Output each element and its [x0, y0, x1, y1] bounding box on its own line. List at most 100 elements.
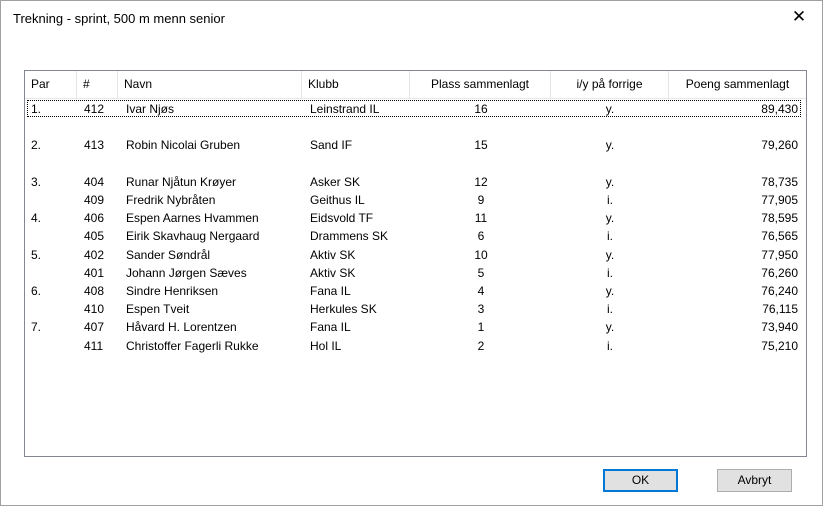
table-row[interactable]	[25, 118, 806, 136]
cell-klubb: Herkules SK	[310, 302, 377, 317]
cell-plass: 4	[477, 284, 485, 298]
cell-iy: i.	[607, 229, 613, 244]
cell-klubb: Leinstrand IL	[310, 102, 380, 116]
cell-klubb: Aktiv SK	[310, 265, 356, 280]
cell-navn: Runar Njåtun Krøyer	[126, 174, 237, 189]
cell-par: 6.	[31, 284, 42, 298]
table-row[interactable]: 7. 407 Håvard H. Lorentzen Fana IL 1 y. 73,940	[25, 318, 806, 336]
cell-num: 405	[84, 229, 105, 244]
table-row[interactable]: 6. 408 Sindre Henriksen Fana IL 4 y. 76,240	[25, 282, 806, 300]
cell-iy: y.	[605, 247, 615, 262]
cell-poeng: 76,115	[762, 302, 798, 317]
cell-klubb: Asker SK	[310, 174, 361, 189]
cell-poeng	[674, 118, 798, 136]
cell-poeng: 76,240	[761, 284, 798, 298]
cell-klubb: Hol IL	[310, 338, 342, 353]
cell-poeng: 77,905	[761, 193, 798, 207]
column-header-navn[interactable]: Navn	[118, 71, 302, 98]
cell-plass: 5	[477, 265, 485, 280]
cell-navn: Håvard H. Lorentzen	[126, 320, 237, 335]
cell-poeng: 78,595	[761, 211, 798, 226]
close-icon: ✕	[791, 7, 807, 26]
cell-navn: Ivar Njøs	[126, 102, 174, 116]
list-header: Par # Navn Klubb Plass sammenlagt i/y på…	[25, 71, 806, 99]
cell-num	[84, 118, 118, 136]
cell-plass: 12	[474, 174, 488, 189]
column-header-iy[interactable]: i/y på forrige	[551, 71, 669, 98]
cell-navn: Eirik Skavhaug Nergaard	[126, 229, 260, 244]
cell-num: 411	[84, 338, 104, 353]
cell-plass: 16	[474, 102, 488, 116]
table-row[interactable]: 411 Christoffer Fagerli Rukke Hol IL 2 i. 75,…	[25, 337, 806, 355]
cell-navn: Espen Tveit	[126, 302, 190, 317]
cell-iy: y.	[605, 211, 615, 226]
cell-plass: 2	[477, 338, 485, 353]
cell-iy: y.	[605, 320, 615, 335]
close-button[interactable]: ✕	[776, 1, 822, 33]
cell-poeng: 76,260	[761, 265, 798, 280]
cell-num: 412	[84, 102, 105, 116]
column-header-par[interactable]: Par	[25, 71, 77, 98]
table-row[interactable]: 2. 413 Robin Nicolai Gruben Sand IF 15 y. 79,2…	[25, 136, 806, 154]
cell-klubb: Eidsvold TF	[310, 211, 374, 226]
cell-klubb	[310, 118, 420, 136]
list-rows: 1. 412 Ivar Njøs Leinstrand IL 16 y. 89,430 2. 4…	[25, 100, 806, 456]
cell-par: 5.	[31, 247, 42, 262]
column-header-klubb[interactable]: Klubb	[302, 71, 410, 98]
table-row[interactable]: 409 Fredrik Nybråten Geithus IL 9 i. 77,905	[25, 191, 806, 209]
table-row[interactable]: 4. 406 Espen Aarnes Hvammen Eidsvold TF 11 y.…	[25, 209, 806, 227]
cell-poeng	[674, 155, 798, 173]
cell-navn	[126, 155, 306, 173]
cell-poeng: 73,940	[761, 320, 798, 335]
cell-par: 3.	[31, 174, 42, 189]
cell-plass: 11	[474, 211, 488, 226]
cell-num: 413	[84, 138, 105, 153]
cell-plass: 10	[474, 247, 488, 262]
table-row[interactable]	[25, 155, 806, 173]
cell-par	[31, 191, 71, 209]
cell-plass: 9	[477, 193, 485, 207]
cell-num: 401	[84, 265, 105, 280]
cell-par: 4.	[31, 211, 42, 226]
cell-par: 2.	[31, 138, 42, 153]
cell-klubb: Fana IL	[310, 320, 351, 335]
cell-iy: i.	[607, 193, 613, 207]
cell-num: 409	[84, 193, 105, 207]
cell-poeng: 77,950	[761, 247, 798, 262]
ok-button[interactable]: OK	[603, 469, 678, 492]
cell-navn: Sindre Henriksen	[126, 284, 219, 298]
cell-plass	[415, 155, 547, 173]
cell-iy: y.	[605, 138, 615, 153]
cell-num: 408	[84, 284, 105, 298]
cell-num	[84, 155, 118, 173]
cancel-button[interactable]: Avbryt	[717, 469, 792, 492]
cell-iy	[551, 155, 669, 173]
cell-klubb: Sand IF	[310, 138, 353, 153]
table-row[interactable]: 410 Espen Tveit Herkules SK 3 i. 76,115	[25, 300, 806, 318]
cell-num: 404	[84, 174, 105, 189]
cell-navn: Espen Aarnes Hvammen	[126, 211, 259, 226]
cell-num: 410	[84, 302, 105, 317]
column-header-number[interactable]: #	[77, 71, 118, 98]
column-header-poeng[interactable]: Poeng sammenlagt	[669, 71, 806, 98]
cell-par	[31, 337, 71, 355]
dialog-window: Trekning - sprint, 500 m menn senior ✕ P…	[0, 0, 823, 506]
table-row[interactable]: 405 Eirik Skavhaug Nergaard Drammens SK 6 i.…	[25, 227, 806, 245]
table-row[interactable]: 401 Johann Jørgen Sæves Aktiv SK 5 i. 76,260	[25, 264, 806, 282]
cell-plass: 6	[477, 229, 485, 244]
cell-navn: Sander Søndrål	[126, 247, 211, 262]
column-header-plass[interactable]: Plass sammenlagt	[410, 71, 551, 98]
cell-iy: y.	[605, 284, 615, 298]
cell-poeng: 75,210	[761, 338, 798, 353]
table-row[interactable]: 5. 402 Sander Søndrål Aktiv SK 10 y. 77,950	[25, 246, 806, 264]
cell-klubb: Fana IL	[310, 284, 351, 298]
cell-par	[31, 118, 71, 136]
table-row[interactable]: 1. 412 Ivar Njøs Leinstrand IL 16 y. 89,430	[25, 100, 806, 118]
cell-iy: i.	[607, 265, 613, 280]
table-row[interactable]: 3. 404 Runar Njåtun Krøyer Asker SK 12 y. 78,7…	[25, 173, 806, 191]
cell-num: 406	[84, 211, 105, 226]
draw-list[interactable]: Par # Navn Klubb Plass sammenlagt i/y på…	[24, 70, 807, 457]
cell-par	[31, 264, 71, 282]
cell-plass: 15	[474, 138, 488, 153]
cell-poeng: 76,565	[761, 229, 798, 244]
